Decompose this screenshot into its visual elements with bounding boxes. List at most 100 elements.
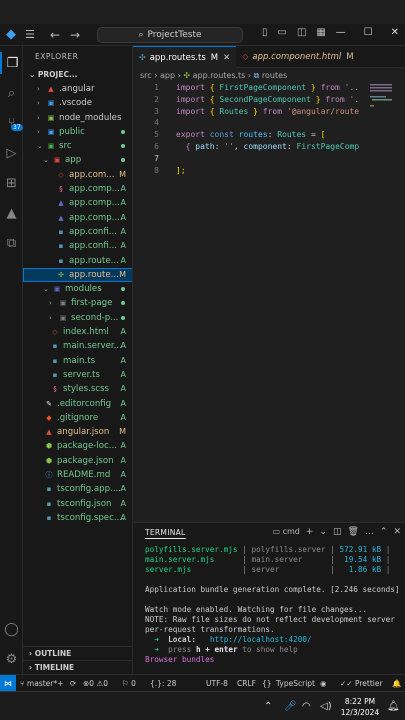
chevron-down-icon[interactable]: ⌄ — [319, 527, 327, 537]
menu-icon[interactable]: ☰ — [22, 28, 38, 41]
outline-section[interactable]: › OUTLINE — [23, 646, 132, 660]
layout-sidebar-icon[interactable]: ▯ — [262, 27, 268, 38]
ts-file-icon: ▪ — [52, 370, 58, 379]
back-arrow-icon[interactable]: ← — [44, 28, 66, 42]
tree-item-angular-json[interactable]: ▲ angular.json M — [23, 425, 132, 439]
status-dot — [121, 144, 125, 149]
maximize-icon[interactable]: ☐ — [364, 27, 373, 38]
tree-item-src[interactable]: ⌄ ▣ src — [23, 139, 132, 153]
status-dot — [121, 301, 125, 306]
close-icon[interactable]: ✕ — [391, 27, 399, 38]
tab-app-component-html[interactable]: ◇ app.component.html M — [236, 46, 359, 68]
tree-item-public[interactable]: › ▣ public — [23, 125, 132, 139]
remote-explorer-icon[interactable]: ⧉ — [0, 232, 23, 254]
breadcrumb-src[interactable]: src — [140, 71, 152, 80]
tab-app-routes[interactable]: ✣ app.routes.ts M ✕ — [133, 46, 237, 68]
terminal-output[interactable]: polyfills.server.mjs | polyfills.server … — [145, 545, 405, 665]
bell-icon[interactable]: 🔔︎ — [387, 692, 400, 720]
split-terminal-icon[interactable]: ◫ — [333, 527, 342, 537]
tree-item-main-server[interactable]: ▪ main.server... A — [23, 339, 132, 353]
tree-item-editorconfig[interactable]: ✎ .editorconfig A — [23, 397, 132, 411]
tree-item-app-config[interactable]: ▪ app.confi... A — [23, 225, 132, 239]
problems-status[interactable]: ⊗0 ⚠0 — [83, 675, 108, 692]
layout-split-icon[interactable]: ◫ — [297, 27, 306, 38]
chevron-right-icon: › — [37, 127, 40, 136]
minimize-icon[interactable]: — — [336, 27, 346, 38]
tree-item-styles-scss[interactable]: § styles.scss A — [23, 382, 132, 396]
tree-item-angular[interactable]: › ▲ .angular — [23, 82, 132, 96]
terminal-line: Application bundle generation complete. … — [145, 585, 400, 594]
customize-layout-icon[interactable]: ▦ — [316, 27, 325, 38]
remote-icon[interactable]: ⋈ — [0, 675, 16, 692]
cursor-position[interactable]: {.}: 28 — [150, 675, 176, 692]
tree-item-first-page[interactable]: › ▣ first-page — [23, 296, 132, 310]
language-status[interactable]: TypeScript — [276, 675, 315, 692]
branch-status[interactable]: ⑂ master*+ — [20, 675, 63, 692]
tree-item-tsconfig-spec[interactable]: ▪ tsconfig.spec.... A — [23, 511, 132, 525]
explorer-icon[interactable]: ❐ — [0, 52, 23, 74]
more-actions-icon[interactable]: … — [365, 527, 374, 537]
add-terminal-icon[interactable]: + — [306, 527, 314, 537]
terminal-shell-icon[interactable]: ▭ cmd — [272, 527, 299, 537]
tree-item-package-lock[interactable]: ⬢ package-loc... A — [23, 439, 132, 453]
tree-item-app-component-spec[interactable]: ▲ app.comp... A — [23, 196, 132, 210]
source-control-icon[interactable]: ⑂ 37 — [0, 112, 23, 134]
account-icon[interactable]: ◯ — [0, 618, 23, 640]
tree-item-vscode[interactable]: › ▣ .vscode — [23, 96, 132, 110]
angular-icon[interactable]: ▲ — [0, 202, 23, 224]
settings-gear-icon[interactable]: ⚙ — [0, 648, 23, 670]
run-debug-icon[interactable]: ▷ — [0, 142, 23, 164]
extensions-icon[interactable]: ⊞ — [0, 172, 23, 194]
chevron-down-icon: ⌄ — [43, 285, 49, 294]
clock[interactable]: 8:22 PM 12/3/2024 — [338, 696, 382, 718]
tree-item-second-page[interactable]: › ▣ second-p... — [23, 311, 132, 325]
tree-item-main-ts[interactable]: ▪ main.ts A — [23, 354, 132, 368]
tree-item-app-component-ts[interactable]: ▲ app.comp... A — [23, 211, 132, 225]
breadcrumb-symbol[interactable]: routes — [262, 71, 287, 80]
chevron-right-icon: › — [49, 313, 52, 322]
encoding-status[interactable]: UTF-8 — [206, 675, 228, 692]
tree-item-app[interactable]: ⌄ ▣ app — [23, 153, 132, 167]
tree-item-tsconfig-json[interactable]: ▪ tsconfig.json A — [23, 497, 132, 511]
breadcrumb-file[interactable]: app.routes.ts — [193, 71, 246, 80]
tree-item-app-config-server[interactable]: ▪ app.confi... A — [23, 239, 132, 253]
code-editor[interactable]: 1 import { FirstPageComponent } from '.. … — [133, 82, 405, 522]
tree-item-server-ts[interactable]: ▪ server.ts A — [23, 368, 132, 382]
braces-icon[interactable]: {} — [262, 675, 272, 692]
command-center-search[interactable]: ⌕ ProjectTeste — [97, 27, 243, 43]
tab-terminal[interactable]: TERMINAL — [145, 528, 186, 539]
tree-item-app-routes[interactable]: ✣ app.route... M — [23, 267, 132, 283]
prettier-status[interactable]: ✓✓ Prettier — [340, 675, 383, 692]
forward-arrow-icon[interactable]: → — [64, 28, 86, 42]
tree-item-app-component-html[interactable]: ◇ app.com... M — [23, 168, 132, 182]
close-icon[interactable]: ✕ — [223, 53, 230, 63]
tree-item-app-routes-server[interactable]: ▪ app.route... A — [23, 254, 132, 268]
wifi-icon[interactable]: ◠ — [302, 692, 311, 720]
tree-item-readme[interactable]: ⓘ README.md A — [23, 468, 132, 482]
tree-item-app-component-scss[interactable]: § app.comp... A — [23, 182, 132, 196]
tree-item-modules[interactable]: ⌄ ▣ modules — [23, 282, 132, 296]
trash-icon[interactable]: 🗑 — [347, 527, 358, 537]
minimap[interactable] — [368, 82, 398, 112]
tree-item-node-modules[interactable]: › ▣ node_modules — [23, 111, 132, 125]
chevron-up-icon[interactable]: ⌃ — [264, 692, 272, 720]
microphone-icon[interactable]: 🎤︎ — [284, 692, 297, 720]
notifications-icon[interactable]: 🔔 — [392, 675, 401, 692]
breadcrumb-app[interactable]: app — [160, 71, 175, 80]
close-icon[interactable]: ✕ — [393, 527, 401, 537]
timeline-section[interactable]: › TIMELINE — [23, 660, 132, 674]
search-icon[interactable]: ⌕ — [0, 82, 23, 104]
feedback-icon[interactable]: ◉ — [320, 675, 327, 692]
info-status[interactable]: ⚐ 0 — [122, 675, 136, 692]
tree-item-package-json[interactable]: ⬢ package.json A — [23, 454, 132, 468]
project-folder[interactable]: ⌄ PROJEC... — [23, 68, 132, 82]
tree-item-index-html[interactable]: ◇ index.html A — [23, 325, 132, 339]
tree-item-gitignore[interactable]: ◆ .gitignore A — [23, 411, 132, 425]
chevron-up-icon[interactable]: ⌃ — [380, 527, 388, 537]
tree-item-tsconfig-app[interactable]: ▪ tsconfig.app.... A — [23, 482, 132, 496]
layout-panel-icon[interactable]: ▭ — [278, 27, 287, 38]
sync-icon[interactable]: ⟳ — [70, 675, 76, 692]
volume-icon[interactable]: ◁) — [320, 692, 332, 720]
eol-status[interactable]: CRLF — [237, 675, 256, 692]
activity-bar: ❐ ⌕ ⑂ 37 ▷ ⊞ ▲ ⧉ ◯ ⚙ — [0, 46, 23, 674]
